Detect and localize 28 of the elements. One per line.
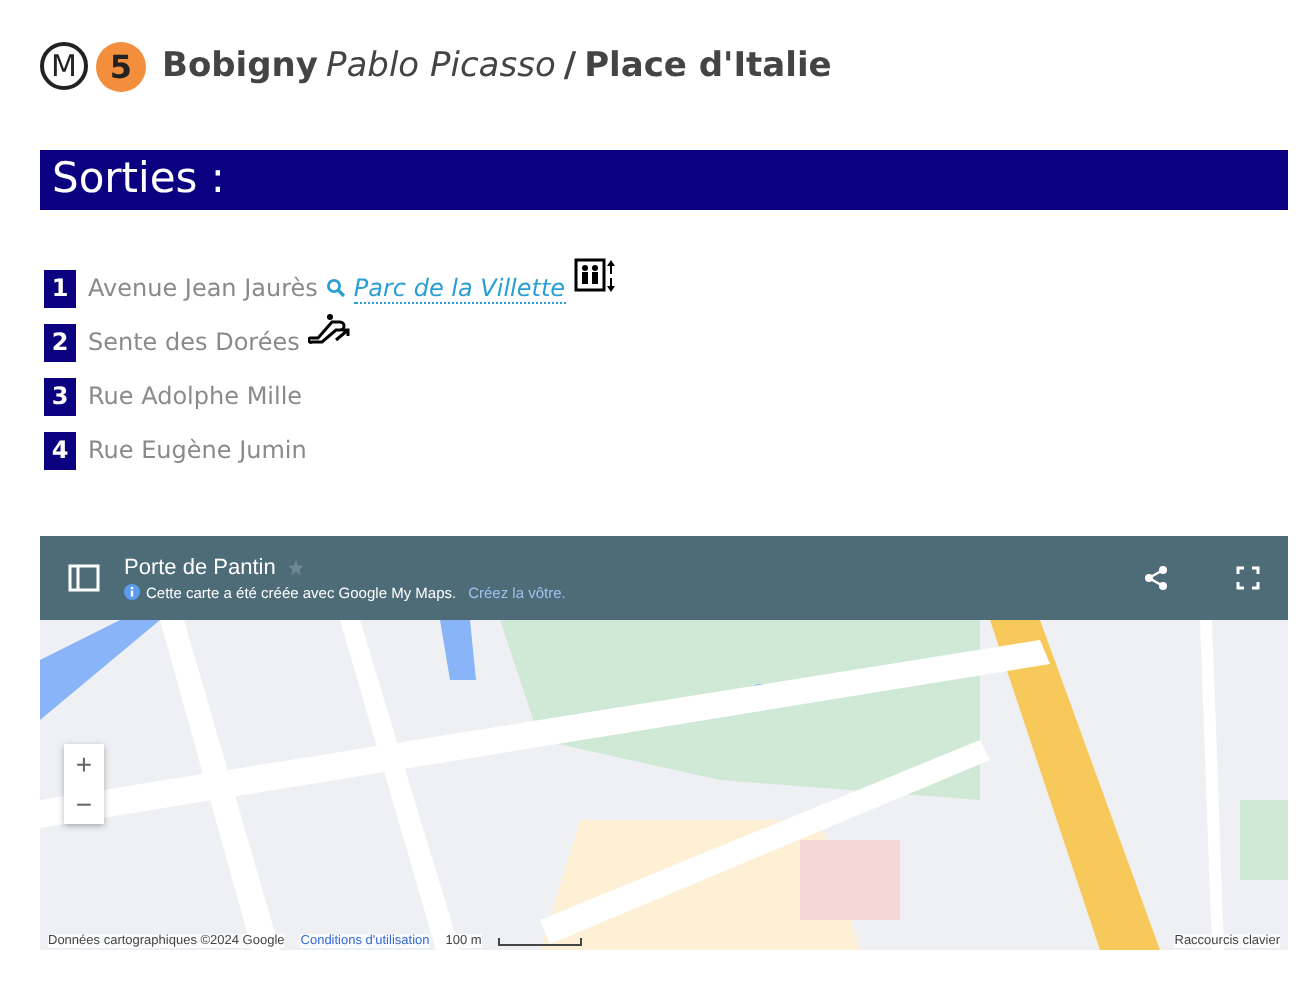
fullscreen-icon[interactable] bbox=[1236, 566, 1260, 590]
terminus-name: Bobigny bbox=[162, 46, 318, 86]
map-title: Porte de Pantin bbox=[124, 555, 276, 579]
info-icon bbox=[124, 584, 140, 600]
star-icon[interactable] bbox=[287, 559, 304, 575]
metro-badge: M bbox=[40, 42, 88, 90]
share-icon[interactable] bbox=[1144, 566, 1168, 590]
exit-street: Sente des Dorées bbox=[88, 328, 300, 356]
exit-number: 3 bbox=[44, 377, 76, 415]
place-link[interactable]: Parc de la Villette bbox=[353, 273, 566, 303]
terminus-subtitle: Pablo Picasso bbox=[326, 46, 556, 86]
line-badge: 5 bbox=[96, 41, 146, 91]
zoom-out-button[interactable]: − bbox=[64, 784, 104, 824]
exit-number: 4 bbox=[44, 431, 76, 469]
section-heading: Sorties : bbox=[40, 150, 1288, 210]
exit-street: Rue Eugène Jumin bbox=[88, 436, 307, 464]
exit-street: Avenue Jean Jaurès bbox=[88, 274, 318, 302]
scale-bar bbox=[497, 937, 582, 945]
search-icon bbox=[325, 278, 346, 298]
zoom-in-button[interactable]: + bbox=[64, 744, 104, 784]
exit-number: 1 bbox=[44, 269, 76, 307]
exit-number: 2 bbox=[44, 323, 76, 361]
separator: / bbox=[563, 46, 577, 86]
elevator-icon bbox=[573, 258, 618, 294]
escalator-icon bbox=[307, 312, 352, 344]
sidebar-toggle-icon[interactable] bbox=[68, 564, 100, 592]
terminus-name: Place d'Italie bbox=[584, 46, 832, 86]
exit-street: Rue Adolphe Mille bbox=[88, 382, 303, 410]
